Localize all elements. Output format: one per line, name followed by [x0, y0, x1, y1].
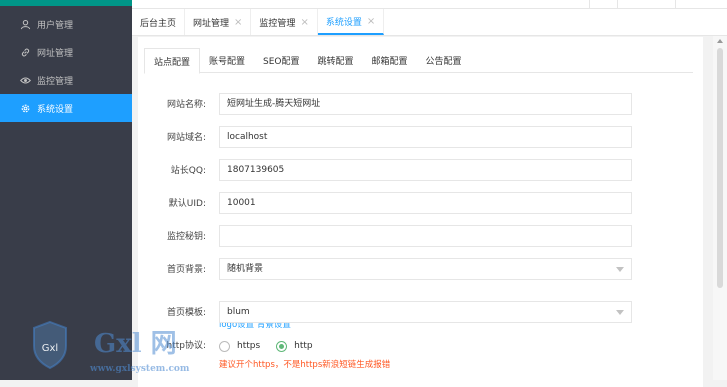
field-label: 网站名称:: [166, 100, 206, 110]
chevron-down-icon: [616, 310, 624, 315]
field-label: 监控秘钥:: [166, 232, 206, 242]
eye-icon: [19, 74, 31, 86]
protocol-warning: 建议开个https，不是https新浪短链生成报错: [219, 360, 391, 370]
close-icon[interactable]: ×: [300, 17, 308, 28]
radio-https[interactable]: https: [219, 340, 261, 352]
page-tabs: 后台主页 网址管理 × 监控管理 × 系统设置 ×: [132, 9, 727, 36]
subtab-seo[interactable]: SEO配置: [254, 48, 308, 72]
subtab-email[interactable]: 邮箱配置: [363, 48, 417, 72]
scroll-up-icon[interactable]: [717, 39, 723, 43]
radio-circle: [219, 340, 230, 352]
subtab-site[interactable]: 站点配置: [144, 48, 201, 74]
chevron-down-icon: [616, 267, 624, 272]
sidebar-item-label: 网址管理: [37, 48, 74, 59]
sidebar-item-urls[interactable]: 网址管理: [0, 38, 132, 66]
watermark-logo: Gxl Gxl 网 www.gxlsystem.com: [32, 318, 202, 378]
site-domain-input[interactable]: localhost: [219, 126, 632, 148]
tab-monitor-manage[interactable]: 监控管理 ×: [251, 9, 318, 35]
form-row-home-template: 首页模板: blum: [138, 301, 698, 325]
close-icon[interactable]: ×: [234, 17, 242, 28]
subtab-redirect[interactable]: 跳转配置: [309, 48, 363, 72]
select-value: blum: [227, 307, 250, 317]
tab-label: 监控管理: [259, 18, 296, 29]
subtab-account[interactable]: 账号配置: [200, 48, 254, 72]
settings-subtabs: 站点配置 账号配置 SEO配置 跳转配置 邮箱配置 公告配置: [144, 48, 693, 74]
field-label: 默认UID:: [168, 199, 206, 209]
field-label: 网站域名:: [166, 133, 206, 143]
radio-label: https: [237, 341, 261, 351]
tab-label: 系统设置: [325, 17, 362, 28]
home-bg-select[interactable]: 随机背景: [219, 258, 632, 280]
watermark-title: Gxl 网: [94, 329, 177, 359]
user-icon: [19, 18, 31, 30]
form-row-monitor-key: 监控秘钥:: [138, 225, 698, 249]
form-row-site-name: 网站名称: 短网址生成-腾天短网址: [138, 93, 698, 117]
gear-icon: [19, 102, 31, 114]
sidebar-item-users[interactable]: 用户管理: [0, 10, 132, 38]
radio-circle: [276, 340, 288, 352]
link-icon: [19, 46, 31, 58]
radio-http[interactable]: http: [276, 340, 313, 352]
header-divider: [617, 0, 618, 8]
sidebar-item-settings[interactable]: 系统设置: [0, 94, 132, 122]
form-row-home-bg: 首页背景: 随机背景: [138, 258, 698, 282]
subtab-notice[interactable]: 公告配置: [417, 48, 471, 72]
sidebar-item-label: 监控管理: [37, 76, 74, 87]
protocol-radio-group: https http: [219, 337, 329, 355]
tab-system-settings[interactable]: 系统设置 ×: [317, 9, 385, 35]
form-row-owner-qq: 站长QQ: 1807139605: [138, 159, 698, 183]
scroll-thumb[interactable]: [717, 48, 723, 288]
monitor-key-input[interactable]: [219, 225, 632, 247]
watermark-url: www.gxlsystem.com: [89, 364, 190, 374]
watermark-shield-icon: Gxl Gxl 网 www.gxlsystem.com: [33, 320, 190, 374]
tab-url-manage[interactable]: 网址管理 ×: [185, 9, 252, 35]
sidebar-item-label: 用户管理: [37, 20, 74, 31]
field-label: 站长QQ:: [170, 166, 206, 176]
header-divider: [589, 0, 590, 8]
tab-label: 网址管理: [193, 18, 230, 29]
settings-card: 站点配置 账号配置 SEO配置 跳转配置 邮箱配置 公告配置 网站名称: 短网址…: [138, 37, 703, 387]
default-uid-input[interactable]: 10001: [219, 192, 632, 214]
owner-qq-input[interactable]: 1807139605: [219, 159, 632, 181]
watermark-badge-text: Gxl: [42, 343, 58, 354]
close-icon[interactable]: ×: [367, 16, 375, 27]
form-row-default-uid: 默认UID: 10001: [138, 192, 698, 216]
tab-label: 后台主页: [140, 18, 177, 29]
page-scrollbar[interactable]: [713, 36, 727, 380]
home-template-select[interactable]: blum: [219, 301, 632, 323]
sidebar-item-label: 系统设置: [37, 104, 74, 115]
sidebar-item-monitor[interactable]: 监控管理: [0, 66, 132, 94]
tab-home[interactable]: 后台主页: [132, 9, 186, 35]
site-name-input[interactable]: 短网址生成-腾天短网址: [219, 93, 632, 115]
radio-label: http: [294, 341, 313, 351]
header-divider: [675, 0, 676, 8]
form-row-site-domain: 网站域名: localhost: [138, 126, 698, 150]
top-header: [132, 0, 727, 9]
select-value: 随机背景: [227, 264, 264, 274]
field-label: 首页背景:: [166, 265, 206, 275]
